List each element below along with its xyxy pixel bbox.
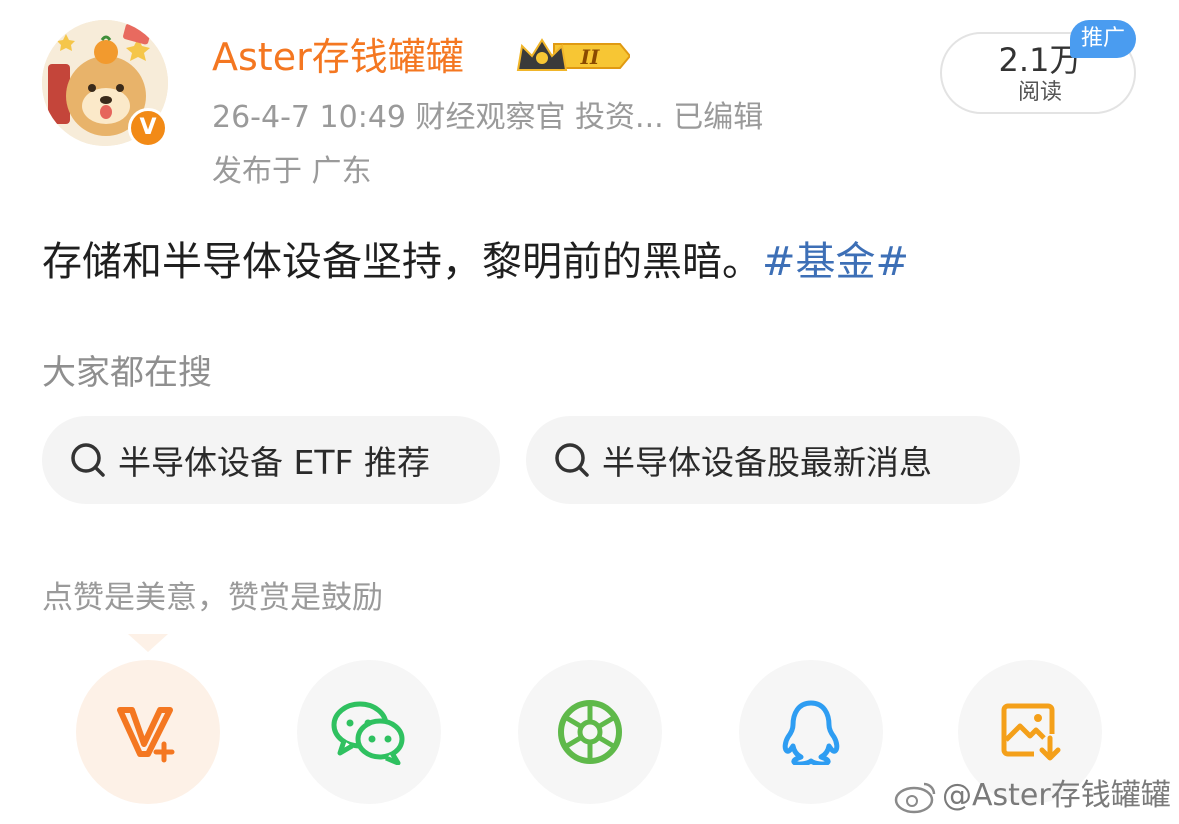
- share-wechat-button[interactable]: [297, 660, 441, 804]
- moments-aperture-icon: [558, 700, 622, 764]
- verified-badge: V: [128, 108, 168, 148]
- promote-badge[interactable]: 推广: [1070, 20, 1136, 58]
- wechat-icon: [331, 701, 405, 765]
- search-chip-label: 半导体设备 ETF 推荐: [118, 443, 430, 482]
- search-icon: [555, 443, 589, 477]
- post-location: 发布于 广东: [212, 154, 372, 189]
- weibo-v-plus-icon: [117, 707, 175, 763]
- trending-search-heading: 大家都在搜: [42, 353, 212, 393]
- reward-button[interactable]: [76, 660, 220, 804]
- reward-heading: 点赞是美意，赞赏是鼓励: [42, 580, 383, 616]
- username[interactable]: Aster存钱罐罐: [212, 34, 464, 80]
- level-badge-label: II: [580, 45, 600, 69]
- crown-icon: II: [516, 38, 632, 71]
- search-chip[interactable]: 半导体设备股最新消息: [526, 416, 1020, 504]
- verified-badge-label: V: [139, 115, 157, 140]
- tooltip-pointer: [128, 634, 168, 652]
- search-chip-label: 半导体设备股最新消息: [602, 443, 932, 482]
- post-time-source[interactable]: 26-4-7 10:49 财经观察官 投资... 已编辑: [212, 98, 763, 138]
- level-crown-badge[interactable]: II: [514, 34, 632, 78]
- save-image-icon: [1001, 703, 1061, 761]
- read-count-label: 阅读: [1017, 80, 1062, 105]
- share-qq-button[interactable]: [739, 660, 883, 804]
- qq-penguin-icon: [782, 700, 840, 765]
- share-moments-button[interactable]: [518, 660, 662, 804]
- watermark-text: @Aster存钱罐罐: [942, 778, 1171, 813]
- hashtag-link[interactable]: #基金#: [762, 239, 909, 285]
- post-text: 存储和半导体设备坚持，黎明前的黑暗。: [42, 239, 762, 285]
- search-chip[interactable]: 半导体设备 ETF 推荐: [42, 416, 500, 504]
- post-content: 存储和半导体设备坚持，黎明前的黑暗。#基金#: [42, 232, 909, 292]
- search-icon: [71, 443, 105, 477]
